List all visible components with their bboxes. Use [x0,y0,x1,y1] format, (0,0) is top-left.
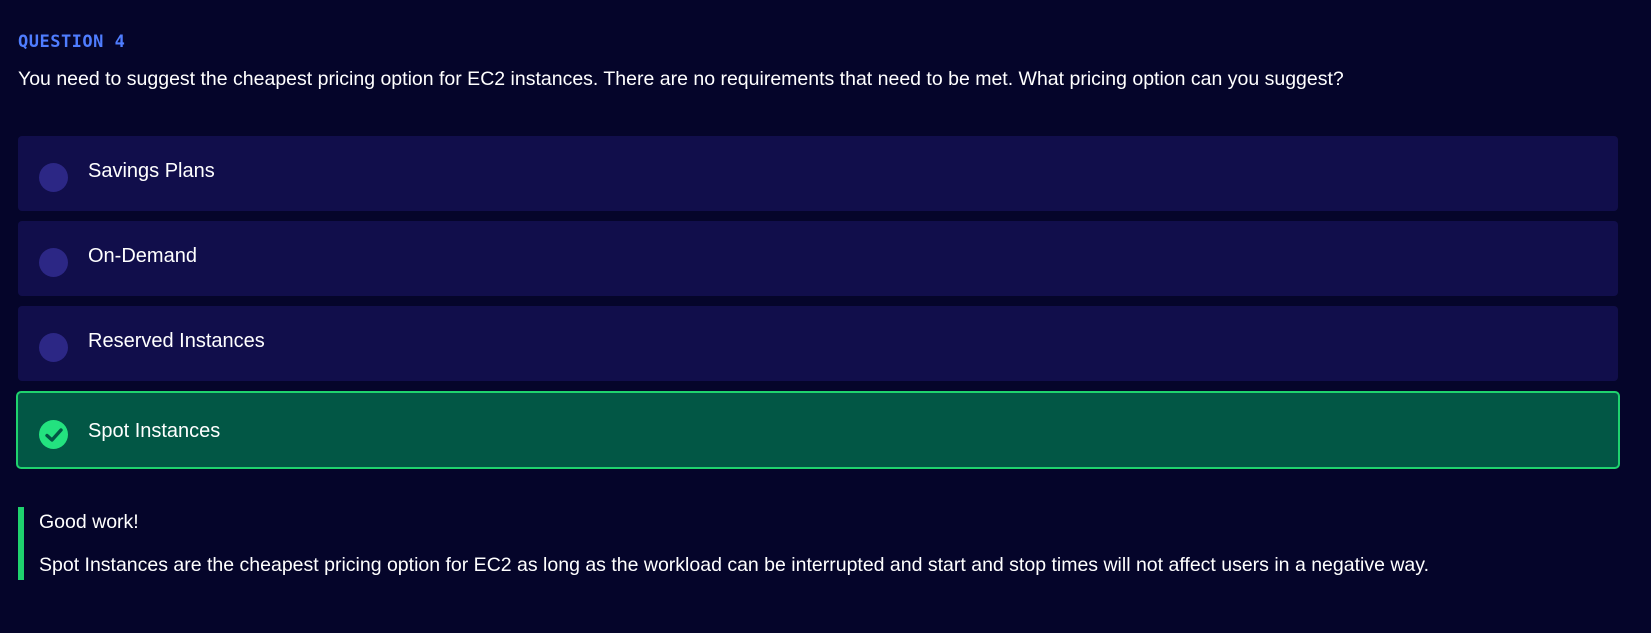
question-label: QUESTION 4 [18,32,126,52]
option-reserved-instances[interactable]: Reserved Instances [18,306,1618,381]
option-on-demand[interactable]: On-Demand [18,221,1618,296]
option-label: Reserved Instances [88,330,265,352]
checkmark-icon [44,427,63,442]
option-label: On-Demand [88,245,197,267]
feedback-explanation: Spot Instances are the cheapest pricing … [39,554,1429,576]
check-circle-icon[interactable] [39,420,68,449]
radio-circle-icon[interactable] [39,248,68,277]
option-label: Savings Plans [88,160,215,182]
feedback-title: Good work! [39,511,139,533]
option-label: Spot Instances [88,420,221,442]
feedback-accent-bar [18,507,24,580]
radio-circle-icon[interactable] [39,333,68,362]
feedback-panel: Good work! Spot Instances are the cheape… [18,507,1618,580]
option-savings-plans[interactable]: Savings Plans [18,136,1618,211]
question-text: You need to suggest the cheapest pricing… [18,68,1344,90]
radio-circle-icon[interactable] [39,163,68,192]
answer-options: Savings Plans On-Demand Reserved Instanc… [16,136,1620,479]
option-spot-instances[interactable]: Spot Instances [16,391,1620,469]
